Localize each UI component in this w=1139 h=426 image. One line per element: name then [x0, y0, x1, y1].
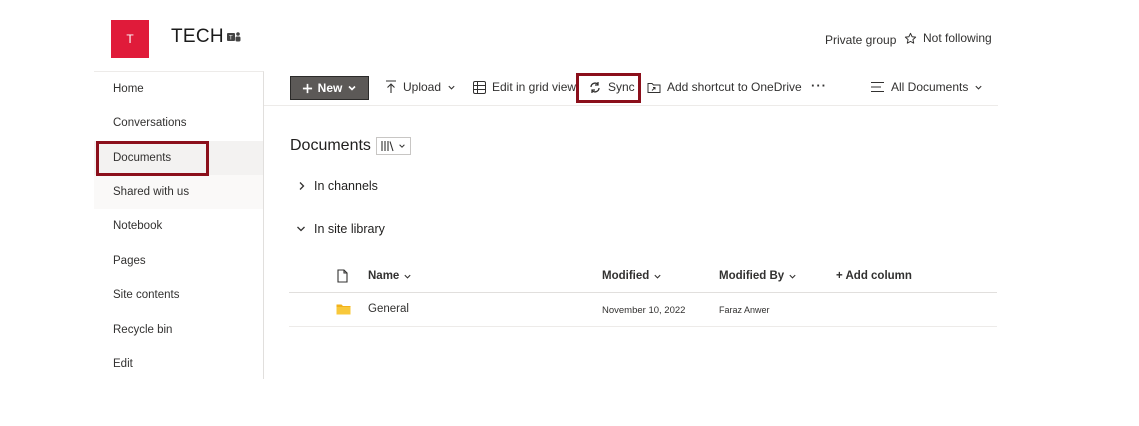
- chevron-down-icon: [654, 274, 661, 279]
- nav-item-label: Recycle bin: [113, 324, 173, 336]
- add-shortcut-button[interactable]: Add shortcut to OneDrive: [647, 80, 802, 94]
- chevron-down-icon: [404, 274, 411, 279]
- teams-icon[interactable]: T: [227, 31, 241, 43]
- row-modified: November 10, 2022: [602, 305, 686, 316]
- more-label: ···: [811, 78, 827, 93]
- row-modified-by[interactable]: Faraz Anwer: [719, 305, 770, 315]
- add-column-button[interactable]: + Add column: [836, 270, 912, 282]
- nav-item-label: Home: [113, 83, 144, 95]
- edit-grid-view-label: Edit in grid view: [492, 80, 577, 94]
- svg-text:T: T: [229, 36, 233, 42]
- chevron-down-icon: [789, 274, 796, 279]
- view-list-icon: [871, 81, 884, 93]
- library-view-icon: [381, 141, 394, 152]
- nav-item-label: Shared with us: [113, 186, 190, 198]
- sync-highlight-box: [576, 73, 641, 103]
- row-name[interactable]: General: [368, 303, 409, 315]
- nav-item-label: Pages: [113, 255, 146, 267]
- nav-item-conversations[interactable]: Conversations: [94, 106, 263, 140]
- nav-item-label: Notebook: [113, 220, 163, 232]
- documents-highlight-box: [96, 141, 209, 176]
- page-title: Documents: [290, 137, 371, 154]
- upload-button[interactable]: Upload: [385, 80, 456, 94]
- chevron-down-icon: [348, 85, 356, 91]
- upload-label: Upload: [403, 80, 442, 94]
- table-row[interactable]: General November 10, 2022 Faraz Anwer: [289, 293, 997, 326]
- chevron-down-icon: [975, 85, 982, 90]
- nav-item-shared-with-us[interactable]: Shared with us: [94, 175, 263, 209]
- column-header-label: Name: [368, 270, 400, 282]
- view-switcher[interactable]: All Documents: [871, 80, 983, 94]
- privacy-label: Private group: [825, 33, 897, 47]
- section-in-channels[interactable]: In channels: [298, 179, 378, 193]
- nav-item-label: Edit: [113, 358, 133, 370]
- nav-item-label: Site contents: [113, 289, 180, 301]
- nav-item-edit[interactable]: Edit: [94, 347, 263, 381]
- site-title[interactable]: TECH: [171, 26, 224, 48]
- chevron-down-icon: [399, 144, 405, 148]
- section-in-site-library[interactable]: In site library: [296, 222, 385, 236]
- upload-icon: [386, 80, 396, 93]
- nav-item-home[interactable]: Home: [94, 72, 263, 106]
- shortcut-icon: [647, 82, 661, 93]
- left-nav: Home Conversations Documents Shared with…: [94, 71, 264, 379]
- site-logo-letter: T: [126, 32, 134, 46]
- nav-item-pages[interactable]: Pages: [94, 244, 263, 278]
- star-icon: [904, 32, 917, 44]
- file-type-icon[interactable]: [337, 269, 348, 283]
- section-label: In channels: [314, 179, 378, 193]
- chevron-down-icon: [448, 85, 455, 90]
- chevron-down-icon: [297, 226, 305, 232]
- column-header-name[interactable]: Name: [368, 270, 412, 282]
- add-shortcut-label: Add shortcut to OneDrive: [667, 80, 802, 94]
- nav-item-label: Conversations: [113, 117, 187, 129]
- column-header-label: Modified By: [719, 270, 785, 282]
- follow-label: Not following: [923, 31, 992, 45]
- nav-item-notebook[interactable]: Notebook: [94, 209, 263, 243]
- column-header-modified[interactable]: Modified: [602, 270, 662, 282]
- site-logo[interactable]: T: [111, 20, 149, 58]
- follow-button[interactable]: Not following: [904, 31, 992, 45]
- column-header-label: Modified: [602, 270, 650, 282]
- chevron-right-icon: [299, 182, 305, 190]
- column-header-modified-by[interactable]: Modified By: [719, 270, 797, 282]
- add-column-label: + Add column: [836, 270, 912, 282]
- nav-item-recycle-bin[interactable]: Recycle bin: [94, 313, 263, 347]
- view-switcher-label: All Documents: [891, 80, 969, 94]
- row-divider: [289, 326, 997, 327]
- plus-icon: [302, 83, 312, 93]
- section-label: In site library: [314, 222, 385, 236]
- library-view-toggle[interactable]: [376, 137, 411, 155]
- nav-item-site-contents[interactable]: Site contents: [94, 278, 263, 312]
- new-button-label: New: [317, 81, 343, 95]
- new-button[interactable]: New: [290, 76, 369, 100]
- more-button[interactable]: ···: [811, 78, 827, 93]
- edit-grid-view-button[interactable]: Edit in grid view: [473, 80, 576, 94]
- grid-icon: [473, 80, 486, 94]
- folder-icon: [336, 304, 351, 315]
